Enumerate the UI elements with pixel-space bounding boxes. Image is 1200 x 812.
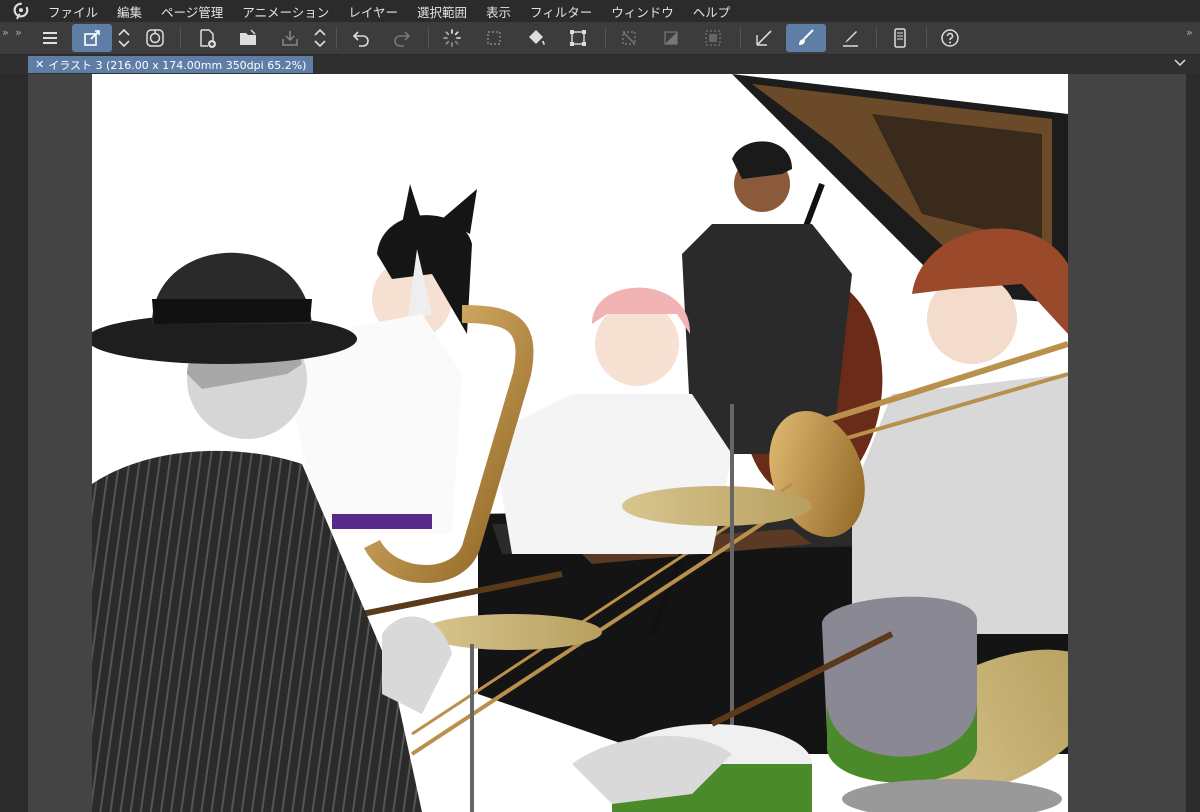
toolbar-separator (605, 27, 606, 49)
rotate-view-icon[interactable] (141, 24, 169, 52)
menu-page[interactable]: ページ管理 (161, 2, 223, 21)
crop-transform-icon[interactable] (564, 24, 592, 52)
collapse-left-2-icon[interactable]: » (15, 26, 22, 39)
hamburger-menu-icon[interactable] (36, 24, 64, 52)
collapse-right-icon[interactable]: » (1186, 26, 1193, 39)
clear-outside-icon[interactable] (615, 24, 643, 52)
menu-filter[interactable]: フィルター (530, 2, 592, 21)
document-tab[interactable]: ✕ イラスト 3 (216.00 x 174.00mm 350dpi 65.2%… (28, 56, 314, 73)
help-icon[interactable] (936, 24, 964, 52)
menu-view[interactable]: 表示 (486, 2, 511, 21)
toolbar-separator (740, 27, 741, 49)
menu-animation[interactable]: アニメーション (242, 2, 329, 21)
menu-edit[interactable]: 編集 (117, 2, 142, 21)
collapse-left-icon[interactable]: » (2, 26, 9, 39)
document-tab-title: イラスト 3 (216.00 x 174.00mm 350dpi 65.2%) (48, 58, 307, 72)
app-logo-icon[interactable] (10, 0, 32, 22)
document-tab-bar: ✕ イラスト 3 (216.00 x 174.00mm 350dpi 65.2%… (0, 55, 1200, 74)
toolbar-separator (180, 27, 181, 49)
save-icon[interactable] (276, 24, 304, 52)
cymbal-top (622, 486, 812, 526)
undo-icon[interactable] (347, 24, 375, 52)
fill-bucket-icon[interactable] (522, 24, 550, 52)
expand-selection-icon[interactable] (699, 24, 727, 52)
smartphone-icon[interactable] (886, 24, 914, 52)
toolbar-separator (428, 27, 429, 49)
brush-button[interactable] (786, 24, 826, 52)
view-options-stepper-icon[interactable] (116, 24, 132, 52)
close-tab-icon[interactable]: ✕ (35, 58, 44, 71)
cymbal-left (422, 614, 602, 650)
redo-icon[interactable] (388, 24, 416, 52)
tom-drum (822, 596, 977, 757)
menu-file[interactable]: ファイル (48, 2, 98, 21)
ruler-icon[interactable] (750, 24, 778, 52)
open-folder-icon[interactable] (234, 24, 262, 52)
save-options-stepper-icon[interactable] (312, 24, 328, 52)
jazz-band-illustration (92, 74, 1068, 812)
command-bar: » » » (0, 22, 1200, 55)
menu-help[interactable]: ヘルプ (693, 2, 731, 21)
drag-mode-button[interactable] (72, 24, 112, 52)
chevron-down-icon[interactable] (1174, 56, 1186, 70)
selection-border-icon[interactable] (480, 24, 508, 52)
new-file-icon[interactable] (193, 24, 221, 52)
loading-spinner-icon[interactable] (438, 24, 466, 52)
menu-window[interactable]: ウィンドウ (611, 2, 674, 21)
toolbar-separator (876, 27, 877, 49)
right-dock-strip (1186, 74, 1200, 812)
menu-bar: ファイル 編集 ページ管理 アニメーション レイヤー 選択範囲 表示 フィルター… (0, 0, 1200, 22)
left-dock-strip (0, 74, 28, 812)
fill-selection-icon[interactable] (657, 24, 685, 52)
menu-selection[interactable]: 選択範囲 (417, 2, 467, 21)
pen-line-icon[interactable] (836, 24, 864, 52)
toolbar-separator (926, 27, 927, 49)
illustration-canvas[interactable] (92, 74, 1068, 812)
toolbar-separator (336, 27, 337, 49)
pianist-figure (595, 302, 679, 386)
drag-mode-icon (84, 30, 100, 46)
brush-icon (799, 29, 814, 45)
menu-layer[interactable]: レイヤー (348, 2, 398, 21)
